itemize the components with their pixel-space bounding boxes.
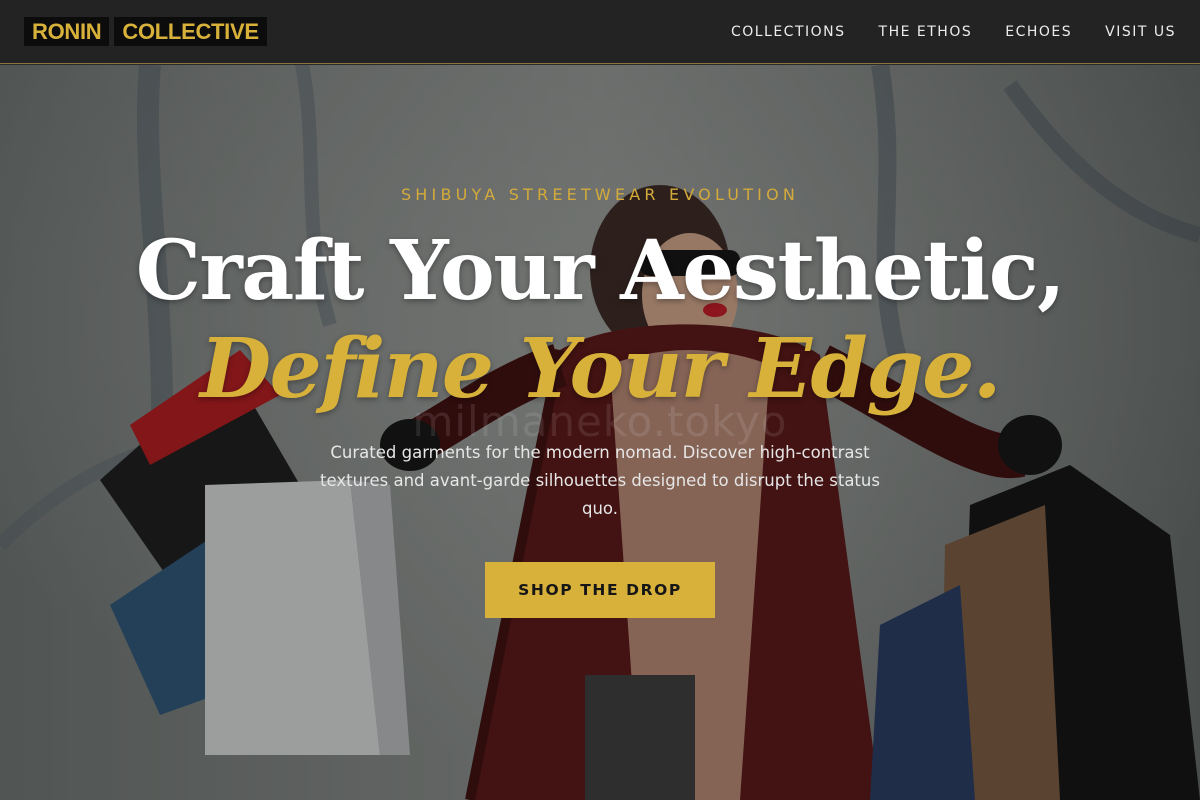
- logo-word-collective: COLLECTIVE: [114, 17, 267, 46]
- hero-subcopy: Curated garments for the modern nomad. D…: [320, 443, 880, 518]
- nav-link-visit-us[interactable]: VISIT US: [1105, 24, 1176, 40]
- hero-section: SHIBUYA STREETWEAR EVOLUTION Craft Your …: [0, 65, 1200, 800]
- logo-word-ronin: RONIN: [24, 17, 110, 46]
- hero-headline: Craft Your Aesthetic,: [135, 223, 1066, 319]
- brand-logo[interactable]: RONIN COLLECTIVE: [24, 17, 267, 46]
- hero-headline-accent: Define Your Edge.: [200, 321, 1001, 417]
- hero-eyebrow: SHIBUYA STREETWEAR EVOLUTION: [400, 185, 800, 204]
- nav-link-echoes[interactable]: ECHOES: [1005, 24, 1072, 40]
- nav-link-ethos[interactable]: THE ETHOS: [879, 24, 973, 40]
- site-header: RONIN COLLECTIVE COLLECTIONS THE ETHOS E…: [0, 0, 1200, 64]
- page: RONIN COLLECTIVE COLLECTIONS THE ETHOS E…: [0, 0, 1200, 800]
- main-nav: COLLECTIONS THE ETHOS ECHOES VISIT US: [731, 24, 1176, 40]
- shop-the-drop-button[interactable]: SHOP THE DROP: [485, 562, 715, 618]
- nav-link-collections[interactable]: COLLECTIONS: [731, 24, 846, 40]
